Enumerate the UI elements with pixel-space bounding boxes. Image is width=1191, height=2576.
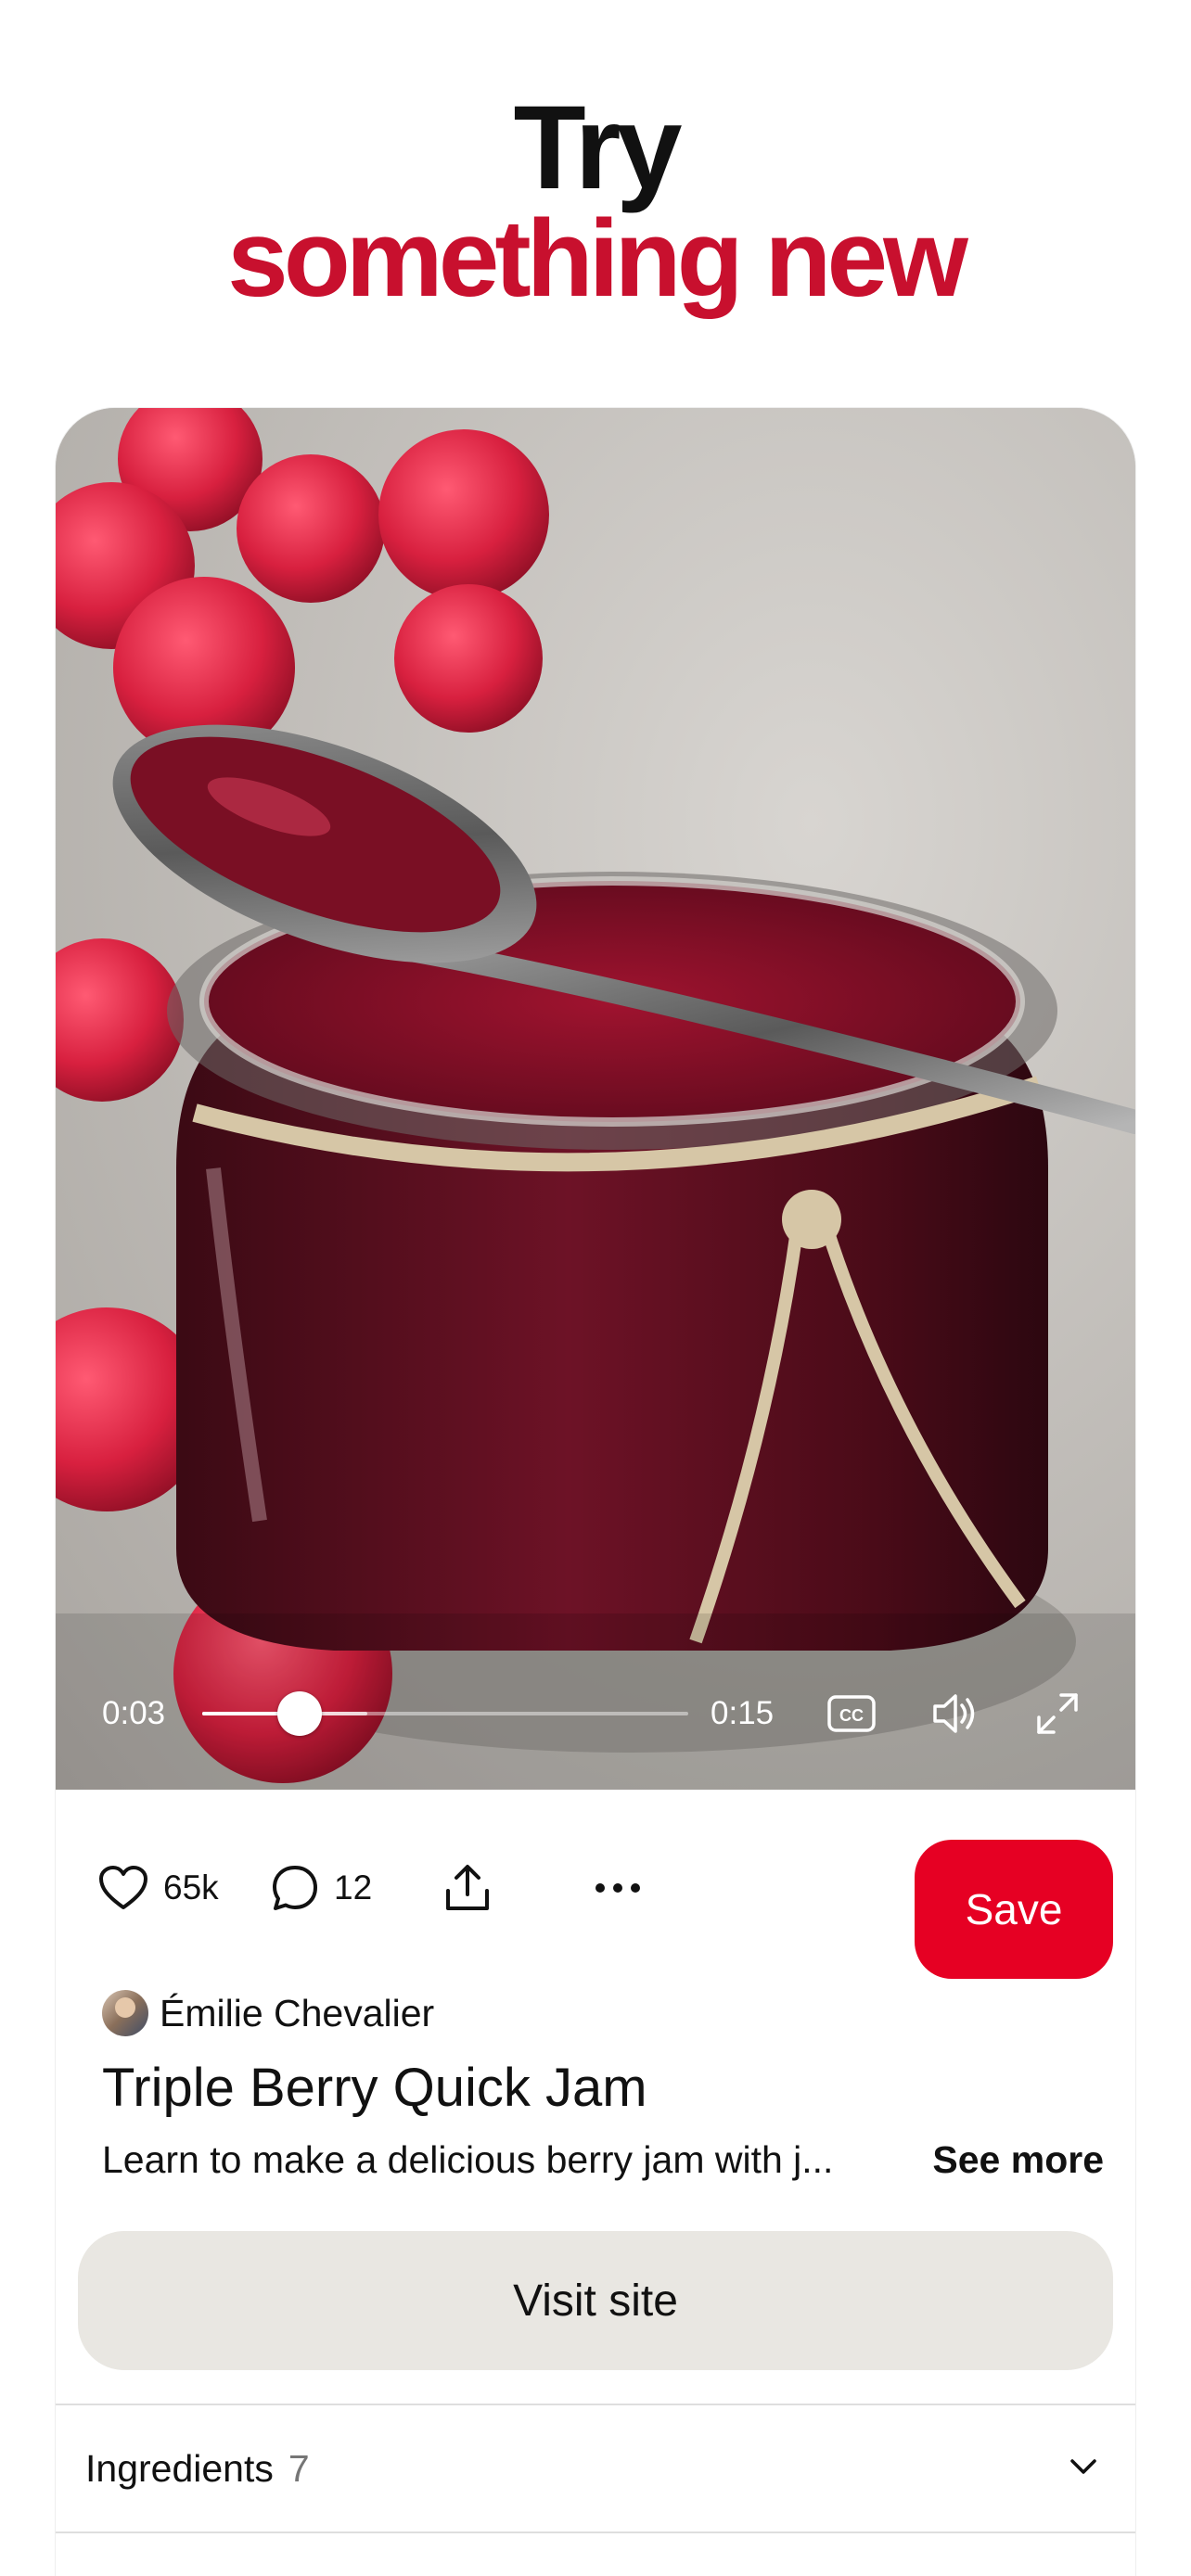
avatar[interactable]: [102, 1990, 148, 2036]
video-player[interactable]: 0:03 0:15 CC: [56, 408, 1135, 1790]
pin-title: Triple Berry Quick Jam: [102, 2058, 647, 2118]
volume-icon: [933, 1694, 975, 1733]
comment-count: 12: [334, 1868, 373, 1906]
comment-icon: [273, 1866, 317, 1910]
svg-text:CC: CC: [839, 1706, 864, 1725]
chevron-down-icon: [1070, 2459, 1096, 2474]
description-text: Learn to make a delicious berry jam with…: [102, 2138, 834, 2181]
current-time: 0:03: [102, 1695, 166, 1731]
pin-author[interactable]: Émilie Chevalier: [102, 1990, 434, 2036]
pin-description: Learn to make a delicious berry jam with…: [102, 2138, 1104, 2182]
jam-jar-photo: [56, 408, 1135, 1790]
like-count: 65k: [163, 1868, 219, 1906]
ingredients-accordion[interactable]: Ingredients 7: [56, 2405, 1135, 2531]
share-icon: [446, 1865, 489, 1910]
more-horizontal-icon: [596, 1883, 640, 1893]
headline-line-2: something new: [227, 198, 968, 320]
fullscreen-button[interactable]: [1028, 1684, 1087, 1743]
visit-site-button[interactable]: Visit site: [78, 2231, 1113, 2370]
video-controls: 0:03 0:15 CC: [56, 1677, 1135, 1751]
promo-headline: Try something new: [0, 82, 1191, 320]
more-options-button[interactable]: [594, 1860, 642, 1916]
share-button[interactable]: [443, 1860, 492, 1916]
headline-line-1: Try: [513, 82, 682, 214]
divider: [56, 2531, 1135, 2533]
heart-icon: [99, 1866, 147, 1909]
comment-button[interactable]: 12: [271, 1860, 372, 1916]
pin-actions: 65k 12 Save: [56, 1817, 1135, 1979]
like-button[interactable]: 65k: [98, 1860, 219, 1916]
author-name[interactable]: Émilie Chevalier: [160, 1992, 434, 2035]
save-button[interactable]: Save: [915, 1840, 1113, 1979]
cc-icon: CC: [827, 1695, 876, 1732]
ingredients-count: 7: [288, 2446, 310, 2490]
closed-captions-button[interactable]: CC: [822, 1684, 881, 1743]
pin-card: 0:03 0:15 CC 65k 12 Save Émilie Chevalie…: [56, 408, 1135, 2576]
see-more-link[interactable]: See more: [932, 2138, 1104, 2182]
progress-scrubber[interactable]: [202, 1691, 688, 1736]
expand-icon: [1037, 1693, 1078, 1734]
ingredients-label: Ingredients: [85, 2446, 274, 2490]
volume-button[interactable]: [926, 1684, 985, 1743]
scrubber-handle[interactable]: [276, 1691, 322, 1736]
duration-time: 0:15: [711, 1695, 775, 1731]
